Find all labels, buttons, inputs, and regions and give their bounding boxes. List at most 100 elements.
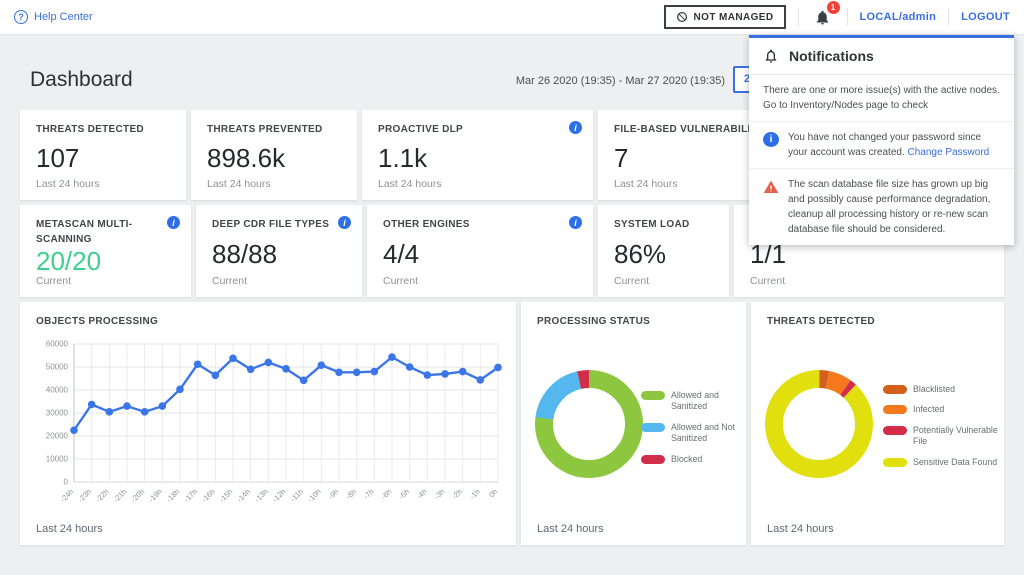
info-icon[interactable]: i	[569, 121, 582, 134]
svg-text:-8h: -8h	[344, 487, 358, 501]
svg-text:-15h: -15h	[217, 487, 234, 504]
card-sublabel: Current	[750, 275, 990, 287]
legend-item: Allowed and Not Sanitized	[641, 422, 741, 445]
legend-label: Sensitive Data Found	[913, 457, 997, 468]
svg-text:-7h: -7h	[362, 487, 376, 501]
chart-footer: Last 24 hours	[767, 523, 834, 535]
legend-label: Allowed and Sanitized	[671, 390, 741, 413]
info-icon: i	[763, 132, 779, 147]
card-sublabel: Last 24 hours	[207, 178, 343, 190]
card-label: DEEP CDR FILE TYPES	[212, 217, 348, 232]
card-value: 20/20	[36, 248, 177, 274]
divider	[798, 8, 799, 26]
svg-text:60000: 60000	[46, 340, 69, 349]
svg-text:-2h: -2h	[450, 487, 464, 501]
objects-processing-line-chart: 0100002000030000400005000060000-24h-23h-…	[28, 334, 506, 531]
legend-label: Blacklisted	[913, 384, 955, 395]
card-threats-detected: THREATS DETECTED 107 Last 24 hours	[20, 110, 186, 200]
card-value: 107	[36, 145, 172, 171]
legend-label: Allowed and Not Sanitized	[671, 422, 741, 445]
chart-legend: Blacklisted Infected Potentially Vulnera…	[883, 384, 999, 468]
charts-row: OBJECTS PROCESSING 010000200003000040000…	[20, 302, 1004, 545]
card-value: 88/88	[212, 241, 348, 267]
svg-text:-22h: -22h	[94, 487, 111, 504]
chart-title: OBJECTS PROCESSING	[36, 314, 506, 329]
svg-text:0h: 0h	[487, 487, 499, 499]
legend-item: Infected	[883, 404, 999, 415]
svg-text:-16h: -16h	[200, 487, 217, 504]
notification-item-password: i You have not changed your password sin…	[749, 122, 1014, 169]
svg-text:-5h: -5h	[397, 487, 411, 501]
notification-text: There are one or more issue(s) with the …	[763, 83, 1000, 113]
threats-detected-chart-card: THREATS DETECTED Blacklisted Infected Po…	[751, 302, 1004, 545]
warning-icon	[763, 179, 779, 200]
card-value: 898.6k	[207, 145, 343, 171]
card-label: SYSTEM LOAD	[614, 217, 715, 232]
svg-text:-23h: -23h	[76, 487, 93, 504]
legend-label: Blocked	[671, 454, 702, 465]
legend-swatch	[641, 391, 665, 400]
card-sublabel: Current	[383, 275, 579, 287]
svg-text:30000: 30000	[46, 409, 69, 418]
svg-text:-13h: -13h	[253, 487, 270, 504]
card-label: THREATS PREVENTED	[207, 122, 343, 137]
not-managed-button[interactable]: NOT MANAGED	[664, 5, 786, 29]
help-icon: ?	[14, 10, 28, 24]
svg-text:-6h: -6h	[379, 487, 393, 501]
svg-text:-1h: -1h	[468, 487, 482, 501]
notifications-header: Notifications	[749, 38, 1014, 75]
info-icon[interactable]: i	[167, 216, 180, 229]
help-center-label: Help Center	[34, 11, 93, 23]
svg-text:-10h: -10h	[306, 487, 323, 504]
change-password-link[interactable]: Change Password	[908, 147, 990, 158]
card-label: METASCAN MULTI-SCANNING	[36, 217, 177, 247]
card-value: 86%	[614, 241, 715, 267]
card-other-engines: OTHER ENGINES i 4/4 Current	[367, 205, 593, 297]
legend-label: Infected	[913, 404, 944, 415]
legend-swatch	[883, 426, 907, 435]
user-menu[interactable]: LOCAL/admin	[860, 11, 937, 23]
chart-footer: Last 24 hours	[36, 523, 103, 535]
svg-text:-20h: -20h	[129, 487, 146, 504]
svg-text:-14h: -14h	[235, 487, 252, 504]
card-label: THREATS DETECTED	[36, 122, 172, 137]
threats-detected-donut-chart	[757, 362, 881, 491]
svg-text:-3h: -3h	[432, 487, 446, 501]
card-threats-prevented: THREATS PREVENTED 898.6k Last 24 hours	[191, 110, 357, 200]
card-metascan-multiscanning: METASCAN MULTI-SCANNING i 20/20 Current	[20, 205, 191, 297]
svg-text:10000: 10000	[46, 455, 69, 464]
notifications-bell-button[interactable]: 1	[811, 5, 835, 29]
chart-title: THREATS DETECTED	[767, 314, 994, 329]
info-icon[interactable]: i	[569, 216, 582, 229]
card-label: OTHER ENGINES	[383, 217, 579, 232]
legend-swatch	[883, 458, 907, 467]
help-center-link[interactable]: ? Help Center	[14, 10, 93, 24]
card-sublabel: Current	[614, 275, 715, 287]
notification-item-nodes: There are one or more issue(s) with the …	[749, 75, 1014, 122]
top-bar: ? Help Center NOT MANAGED 1 LOCAL/admin …	[0, 0, 1024, 35]
legend-item: Sensitive Data Found	[883, 457, 999, 468]
logout-button[interactable]: LOGOUT	[961, 11, 1010, 23]
bell-icon	[763, 48, 779, 64]
legend-swatch	[883, 385, 907, 394]
notification-item-scan-db: The scan database file size has grown up…	[749, 169, 1014, 245]
card-label: PROACTIVE DLP	[378, 122, 579, 137]
unmanaged-icon	[676, 11, 688, 23]
divider	[847, 8, 848, 26]
legend-item: Potentially Vulnerable File	[883, 425, 999, 448]
legend-swatch	[641, 455, 665, 464]
notification-text: You have not changed your password since…	[788, 130, 1000, 160]
svg-text:40000: 40000	[46, 386, 69, 395]
objects-processing-chart-card: OBJECTS PROCESSING 010000200003000040000…	[20, 302, 516, 545]
notifications-panel: Notifications There are one or more issu…	[749, 35, 1014, 245]
card-proactive-dlp: PROACTIVE DLP i 1.1k Last 24 hours	[362, 110, 593, 200]
notifications-title: Notifications	[789, 48, 874, 64]
divider	[948, 8, 949, 26]
legend-label: Potentially Vulnerable File	[913, 425, 999, 448]
notification-count-badge: 1	[827, 1, 840, 14]
chart-title: PROCESSING STATUS	[537, 314, 736, 329]
info-icon[interactable]: i	[338, 216, 351, 229]
notification-text: The scan database file size has grown up…	[788, 177, 1000, 237]
processing-status-chart-card: PROCESSING STATUS Allowed and Sanitized …	[521, 302, 746, 545]
chart-legend: Allowed and Sanitized Allowed and Not Sa…	[641, 390, 741, 465]
